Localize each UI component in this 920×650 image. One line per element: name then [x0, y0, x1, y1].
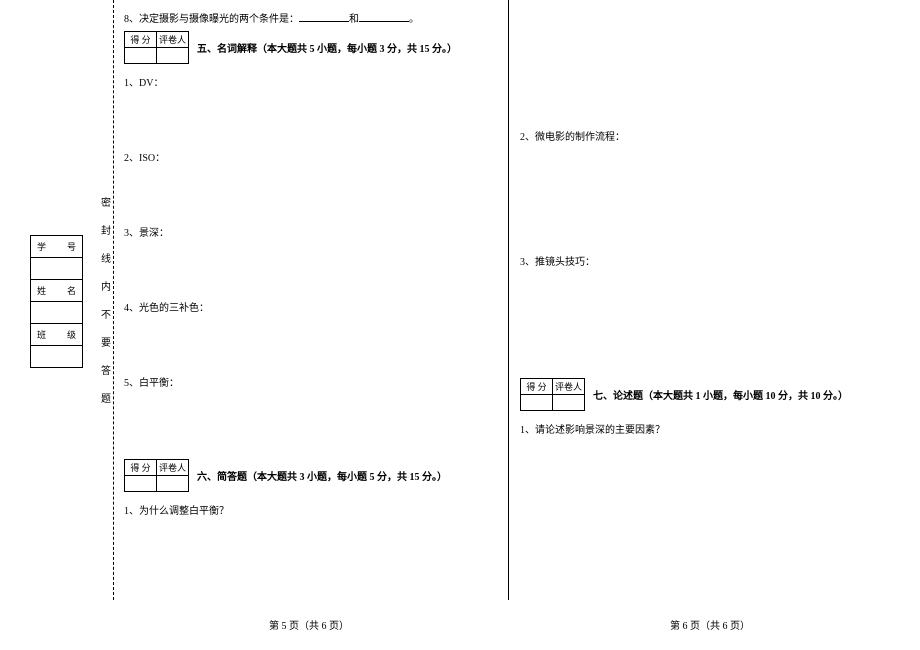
score-cell[interactable]: [125, 476, 157, 492]
score-box-section-5: 得 分 评卷人: [124, 31, 189, 64]
reviewer-cell[interactable]: [157, 48, 189, 64]
q8-blank-1[interactable]: [299, 12, 349, 22]
section-7-title: 七、论述题（本大题共 1 小题，每小题 10 分，共 10 分。）: [593, 387, 848, 402]
section-7-header-row: 得 分 评卷人 七、论述题（本大题共 1 小题，每小题 10 分，共 10 分。…: [520, 378, 900, 411]
label-student-id: 学 号: [31, 236, 83, 258]
seal-char: 题: [100, 386, 112, 414]
seal-char: 内: [100, 274, 112, 302]
term-2: 2、ISO：: [124, 149, 494, 164]
term-3: 3、景深：: [124, 224, 494, 239]
short-answer-2: 2、微电影的制作流程：: [520, 128, 900, 143]
score-header: 得 分: [521, 379, 553, 395]
footer-page-6: 第 6 页（共 6 页）: [520, 617, 900, 632]
essay-1: 1、请论述影响景深的主要因素？: [520, 421, 900, 436]
reviewer-cell[interactable]: [553, 395, 585, 411]
field-name[interactable]: [31, 302, 83, 324]
term-1: 1、DV：: [124, 74, 494, 89]
seal-char: 要: [100, 330, 112, 358]
label-name: 姓 名: [31, 280, 83, 302]
section-6-header-row: 得 分 评卷人 六、简答题（本大题共 3 小题，每小题 5 分，共 15 分。）: [124, 459, 494, 492]
q8-suffix: 。: [409, 14, 419, 25]
short-answer-1: 1、为什么调整白平衡？: [124, 502, 494, 517]
q8-prefix: 8、决定摄影与摄像曝光的两个条件是：: [124, 14, 299, 25]
reviewer-header: 评卷人: [553, 379, 585, 395]
seal-char: 答: [100, 358, 112, 386]
score-header: 得 分: [125, 460, 157, 476]
section-5-title: 五、名词解释（本大题共 5 小题，每小题 3 分，共 15 分。）: [197, 40, 457, 55]
page-6: 2、微电影的制作流程： 3、推镜头技巧： 得 分 评卷人 七、论述题（本大题共 …: [520, 0, 900, 600]
field-class[interactable]: [31, 346, 83, 368]
short-answer-3: 3、推镜头技巧：: [520, 253, 900, 268]
score-box-section-6: 得 分 评卷人: [124, 459, 189, 492]
score-box-section-7: 得 分 评卷人: [520, 378, 585, 411]
question-8: 8、决定摄影与摄像曝光的两个条件是： 和 。: [124, 10, 494, 25]
term-4: 4、光色的三补色：: [124, 299, 494, 314]
seal-line-text: 密 封 线 内 不 要 答 题: [100, 190, 112, 414]
score-cell[interactable]: [521, 395, 553, 411]
page-5: 8、决定摄影与摄像曝光的两个条件是： 和 。 得 分 评卷人 五、名词解释（本大题共…: [124, 0, 494, 600]
q8-mid: 和: [349, 14, 359, 25]
label-class: 班 级: [31, 324, 83, 346]
q8-blank-2[interactable]: [359, 12, 409, 22]
term-5: 5、白平衡：: [124, 374, 494, 389]
field-student-id[interactable]: [31, 258, 83, 280]
reviewer-header: 评卷人: [157, 32, 189, 48]
reviewer-header: 评卷人: [157, 460, 189, 476]
section-6-title: 六、简答题（本大题共 3 小题，每小题 5 分，共 15 分。）: [197, 468, 447, 483]
seal-char: 密: [100, 190, 112, 218]
seal-char: 不: [100, 302, 112, 330]
section-5-header-row: 得 分 评卷人 五、名词解释（本大题共 5 小题，每小题 3 分，共 15 分。…: [124, 31, 494, 64]
seal-char: 线: [100, 246, 112, 274]
student-info-table: 学 号 姓 名 班 级: [30, 235, 83, 368]
seal-char: 封: [100, 218, 112, 246]
score-header: 得 分: [125, 32, 157, 48]
reviewer-cell[interactable]: [157, 476, 189, 492]
score-cell[interactable]: [125, 48, 157, 64]
page-divider: [508, 0, 509, 600]
footer-page-5: 第 5 页（共 6 页）: [124, 617, 494, 632]
